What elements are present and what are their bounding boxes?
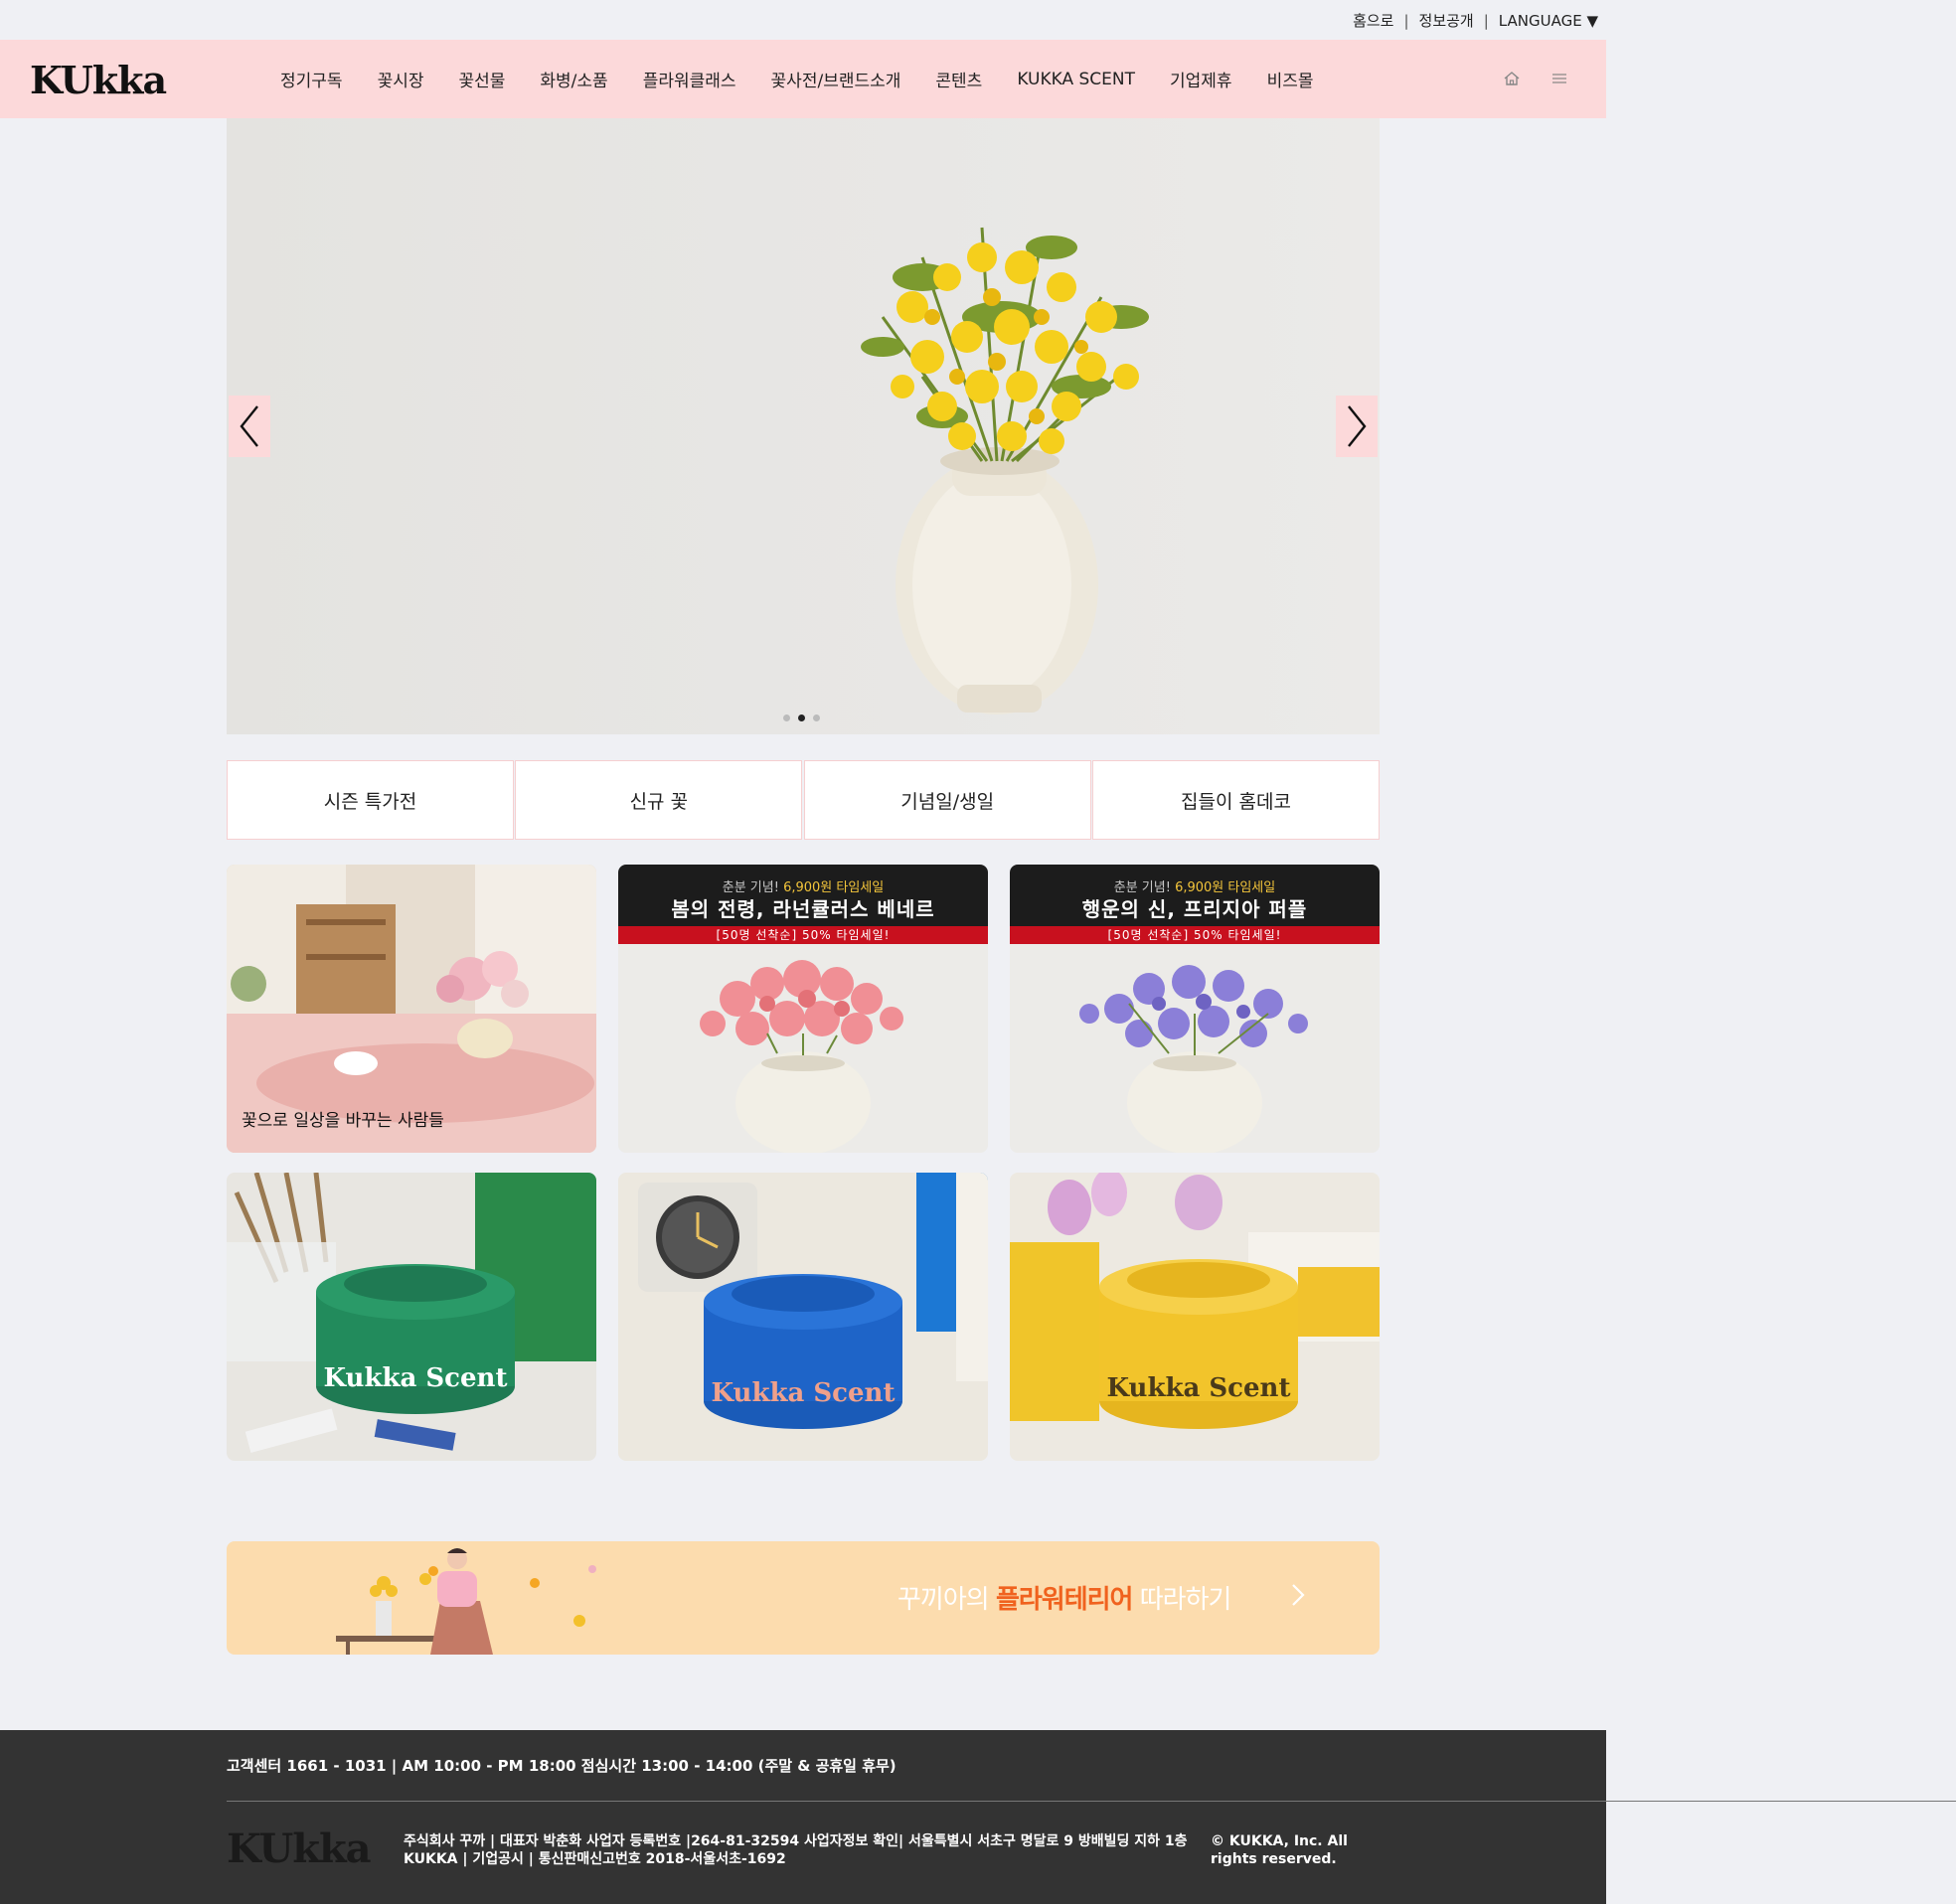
hero-pagination	[783, 714, 820, 721]
info-disclosure-link[interactable]: 정보공개	[1419, 10, 1474, 31]
company-info-line: KUKKA | 기업공시 | 통신판매신고번호 2018-서울서초-1692	[404, 1851, 786, 1867]
nav-kukka-scent[interactable]: KUKKA SCENT	[1017, 70, 1135, 89]
nav-flower-market[interactable]: 꽃시장	[378, 67, 424, 91]
category-new-flowers[interactable]: 신규 꽃	[515, 760, 803, 840]
company-info-line: 주식회사 꾸까 | 대표자 박춘화 사업자 등록번호 |264-81-32594…	[404, 1833, 1188, 1849]
hero-dot[interactable]	[813, 714, 820, 721]
blue-candle-tin-image: Kukka Scent	[618, 1173, 988, 1461]
kukka-logo[interactable]: KUkka	[30, 58, 167, 102]
nav-flower-class[interactable]: 플라워클래스	[643, 67, 736, 91]
category-season-sale[interactable]: 시즌 특가전	[227, 760, 514, 840]
green-candle-tin-image: Kukka Scent	[227, 1173, 596, 1461]
card-scent-blue[interactable]: Kukka Scent	[618, 1173, 988, 1461]
promo-bar: [50명 선착순] 50% 타임세일!	[1010, 926, 1380, 944]
utility-bar: 홈으로 | 정보공개 | LANGUAGE ▼	[0, 0, 1606, 40]
promo-header: 춘분 기념! 6,900원 타임세일 행운의 신, 프리지아 퍼플 [50명 선…	[1010, 865, 1380, 944]
banner-prefix: 꾸끼아의	[897, 1585, 996, 1615]
promo-title: 행운의 신, 프리지아 퍼플	[1081, 897, 1308, 921]
promo-title: 봄의 전령, 라넌큘러스 베네르	[671, 897, 935, 921]
hero-dot-active[interactable]	[798, 714, 805, 721]
svg-text:Kukka Scent: Kukka Scent	[1107, 1373, 1291, 1403]
hero-next-button[interactable]	[1336, 396, 1378, 457]
promo-header: 춘분 기념! 6,900원 타임세일 봄의 전령, 라넌큘러스 베네르 [50명…	[618, 865, 988, 944]
card-label: 꽃으로 일상을 바꾸는 사람들	[242, 1111, 444, 1131]
card-promo-freesia[interactable]: 춘분 기념! 6,900원 타임세일 행운의 신, 프리지아 퍼플 [50명 선…	[1010, 865, 1380, 1153]
site-header: KUkka 정기구독 꽃시장 꽃선물 화병/소품 플라워클래스 꽃사전/브랜드소…	[0, 40, 1606, 118]
banner-text: 꾸끼아의 플라워테리어 따라하기	[897, 1579, 1232, 1616]
category-buttons: 시즌 특가전 신규 꽃 기념일/생일 집들이 홈데코	[227, 760, 1380, 840]
utility-links: 홈으로 | 정보공개 | LANGUAGE ▼	[1353, 10, 1598, 31]
menu-icon[interactable]	[1543, 62, 1576, 95]
site-footer: 고객센터 1661 - 1031 | AM 10:00 - PM 18:00 점…	[0, 1730, 1956, 1904]
hero-slider	[227, 118, 1380, 734]
separator: |	[1483, 11, 1489, 30]
nav-vase-goods[interactable]: 화병/소품	[540, 67, 607, 91]
card-promo-ranunculus[interactable]: 춘분 기념! 6,900원 타임세일 봄의 전령, 라넌큘러스 베네르 [50명…	[618, 865, 988, 1153]
chevron-right-icon	[1348, 405, 1367, 447]
svg-text:Kukka Scent: Kukka Scent	[712, 1378, 896, 1408]
category-housewarming-decor[interactable]: 집들이 홈데코	[1091, 760, 1380, 840]
chevron-left-icon	[240, 405, 258, 447]
banner-accent: 플라워테리어	[995, 1585, 1134, 1615]
nav-flower-dictionary[interactable]: 꽃사전/브랜드소개	[771, 67, 901, 91]
freesia-vase-image	[861, 227, 1149, 714]
card-daily-life[interactable]: 꽃으로 일상을 바꾸는 사람들	[227, 865, 596, 1153]
nav-flower-gift[interactable]: 꽃선물	[458, 67, 505, 91]
hero-dot[interactable]	[783, 714, 790, 721]
nav-subscription[interactable]: 정기구독	[280, 67, 343, 91]
home-icon[interactable]	[1495, 62, 1529, 95]
customer-center-info: 고객센터 1661 - 1031 | AM 10:00 - PM 18:00 점…	[227, 1757, 896, 1775]
promo-bar: [50명 선착순] 50% 타임세일!	[618, 926, 988, 944]
yellow-candle-tin-image: Kukka Scent	[1010, 1173, 1380, 1461]
chevron-right-icon[interactable]	[1290, 1581, 1306, 1613]
header-icons	[1495, 62, 1576, 95]
home-link[interactable]: 홈으로	[1353, 10, 1393, 31]
hero-prev-button[interactable]	[229, 396, 270, 457]
category-anniversary-birthday[interactable]: 기념일/생일	[803, 760, 1091, 840]
florist-illustration	[336, 1548, 596, 1655]
company-info: 주식회사 꾸까 | 대표자 박춘화 사업자 등록번호 |264-81-32594…	[404, 1832, 1188, 1868]
separator: |	[1403, 11, 1409, 30]
nav-contents[interactable]: 콘텐츠	[935, 67, 982, 91]
language-dropdown[interactable]: LANGUAGE ▼	[1499, 12, 1598, 30]
banner-suffix: 따라하기	[1132, 1585, 1232, 1615]
svg-text:Kukka Scent: Kukka Scent	[324, 1363, 508, 1393]
flowerterior-banner[interactable]: 꾸끼아의 플라워테리어 따라하기	[227, 1541, 1380, 1655]
footer-divider	[227, 1801, 1956, 1802]
main-nav: 정기구독 꽃시장 꽃선물 화병/소품 플라워클래스 꽃사전/브랜드소개 콘텐츠 …	[280, 40, 1348, 118]
card-scent-green[interactable]: Kukka Scent	[227, 1173, 596, 1461]
copyright: © KUKKA, Inc. All rights reserved.	[1211, 1833, 1348, 1867]
footer-logo[interactable]: KUkka	[227, 1825, 372, 1872]
nav-bizmall[interactable]: 비즈몰	[1267, 67, 1314, 91]
nav-corporate[interactable]: 기업제휴	[1170, 67, 1232, 91]
card-scent-yellow[interactable]: Kukka Scent	[1010, 1173, 1380, 1461]
